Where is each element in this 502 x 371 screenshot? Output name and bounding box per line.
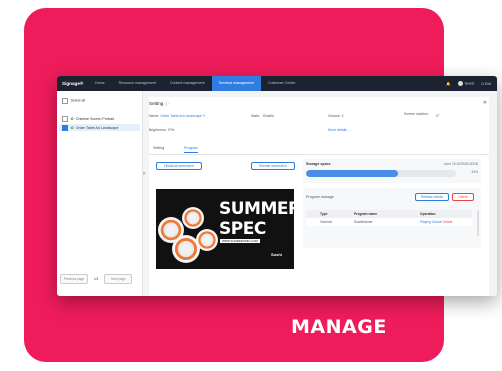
device-item-order-table[interactable]: ✿ Order Table Ad Landscape xyxy=(59,124,140,131)
name-field: Name: Order Table Ad Landscape ✎ xyxy=(149,114,206,118)
col-program-name: Program name xyxy=(354,212,378,216)
storage-percent: 61% xyxy=(471,170,478,174)
sushi-image xyxy=(182,207,204,229)
storage-bar xyxy=(306,170,456,177)
table-row: General Sushibanner Playing Cancel Delet… xyxy=(306,218,472,226)
brightness-label: Brightness: xyxy=(149,128,167,132)
volume-field: Volume: 2 xyxy=(328,114,344,118)
device-label: Order Table Ad Landscape xyxy=(75,126,119,130)
info-icon[interactable]: ⓘ xyxy=(165,101,169,106)
select-all-row[interactable]: Select all xyxy=(62,98,85,104)
row-operations: Playing Cancel Delete xyxy=(410,218,472,226)
user-name: Guest xyxy=(464,81,475,86)
name-label: Name: xyxy=(149,114,160,118)
previous-page-button[interactable]: Previous page xyxy=(60,274,88,284)
state-field: State: Enable xyxy=(251,114,274,118)
program-manage-title: Program manage xyxy=(306,195,334,199)
user-menu[interactable]: Guest xyxy=(457,81,475,86)
nav-resource-management[interactable]: Resource management xyxy=(112,76,163,91)
playing-link[interactable]: Playing xyxy=(420,220,431,224)
setting-panel: Setting ⓘ ✕ Name: Order Table Ad Landsca… xyxy=(149,97,489,296)
panel-tabs: Setting Program xyxy=(149,146,489,155)
cancel-link[interactable]: Cancel xyxy=(432,220,442,224)
app-logo: Signage® xyxy=(62,81,84,86)
remote-screenshot-button[interactable]: Remote screenshot xyxy=(251,162,295,170)
program-manage-section: Program manage Release details Delete Ty… xyxy=(303,188,481,248)
exit-button[interactable]: ⏻ Exit xyxy=(481,82,491,86)
bell-icon[interactable]: 🔔 xyxy=(446,82,450,86)
name-value[interactable]: Order Table Ad Landscape ✎ xyxy=(160,114,205,118)
col-type: Type xyxy=(320,212,328,216)
table-header: Type Program name Operation xyxy=(306,210,472,218)
delete-link[interactable]: Delete xyxy=(443,220,453,224)
rotation-label: Screen rotation: xyxy=(404,112,429,116)
storage-used: Used 28.45GB/58.50GB xyxy=(443,162,478,166)
state-label: State: xyxy=(251,114,261,118)
panel-title: Setting ⓘ xyxy=(149,101,169,107)
device-item-chinese-screen[interactable]: ✿ Chinese Screen Portrait xyxy=(62,116,114,122)
row-program-name: Sushibanner xyxy=(354,220,373,224)
nav-content-management[interactable]: Content management xyxy=(163,76,212,91)
historical-screenshot-button[interactable]: Historical screenshot xyxy=(156,162,202,170)
rotation-value: 0° xyxy=(436,114,440,118)
program-table: Type Program name Operation General Sush… xyxy=(306,210,472,226)
select-all-checkbox[interactable] xyxy=(62,98,68,104)
top-navigation-bar: Signage® Home Resource management Conten… xyxy=(57,76,497,91)
device-checkbox[interactable] xyxy=(62,125,68,131)
device-label: Chinese Screen Portrait xyxy=(75,117,115,121)
leaf-icon: ✿ xyxy=(70,125,74,130)
state-value: Enable xyxy=(263,114,274,118)
release-details-button[interactable]: Release details xyxy=(415,193,449,201)
brightness-field: Brightness: 70% xyxy=(149,128,175,132)
volume-label: Volume: xyxy=(328,114,341,118)
select-all-label: Select all xyxy=(70,98,86,103)
topbar-right: 🔔 Guest ⏻ Exit xyxy=(446,76,491,91)
storage-bar-fill xyxy=(306,170,398,177)
nav-home[interactable]: Home xyxy=(88,76,112,91)
tab-setting[interactable]: Setting xyxy=(153,146,164,152)
screenshot-preview: SUMMER SPEC WWW.SUMMERSPEC.COM Sushi xyxy=(156,189,294,269)
delete-button[interactable]: Delete xyxy=(452,193,474,201)
device-checkbox[interactable] xyxy=(62,116,68,122)
more-details-link[interactable]: More details → xyxy=(328,128,352,132)
preview-brand: Sushi xyxy=(271,252,282,257)
tab-program[interactable]: Program xyxy=(184,146,198,153)
preview-headline-1: SUMMER xyxy=(219,199,294,219)
app-window: Signage® Home Resource management Conten… xyxy=(57,76,497,296)
device-sidebar: Select all ✿ Chinese Screen Portrait ✿ Ord… xyxy=(57,91,143,296)
next-page-button[interactable]: Next page xyxy=(104,274,133,284)
preview-subtext: WWW.SUMMERSPEC.COM xyxy=(220,239,260,243)
volume-value: 2 xyxy=(341,114,344,118)
sidebar-pager: Previous page 1/1 Next page xyxy=(60,274,133,284)
row-type: General xyxy=(320,220,332,224)
leaf-icon: ✿ xyxy=(70,116,74,121)
nav-customer-center[interactable]: Customer Center xyxy=(261,76,302,91)
page-indicator: 1/1 xyxy=(94,277,99,281)
collapse-arrow-icon[interactable]: › xyxy=(143,171,145,177)
panel-title-text: Setting xyxy=(149,101,164,106)
table-scrollbar[interactable] xyxy=(477,210,479,236)
brightness-value: 70% xyxy=(167,128,175,132)
preview-headline-2: SPEC xyxy=(219,219,266,239)
storage-section: Storage space Used 28.45GB/58.50GB 61% xyxy=(303,159,481,183)
sushi-image xyxy=(196,229,218,251)
storage-title: Storage space xyxy=(306,162,331,166)
close-icon[interactable]: ✕ xyxy=(483,100,487,106)
col-operation: Operation xyxy=(420,212,436,216)
nav-terminal-management[interactable]: Terminal management xyxy=(211,76,262,91)
manage-caption: MANAGE xyxy=(291,316,387,338)
avatar xyxy=(457,81,463,86)
